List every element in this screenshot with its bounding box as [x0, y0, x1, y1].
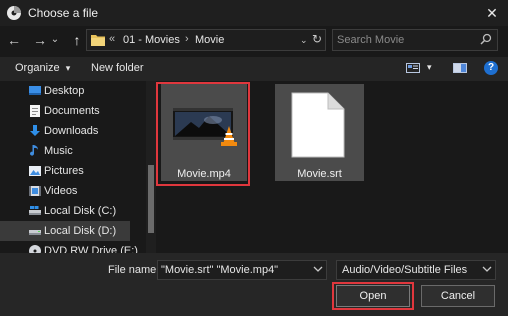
search-icon[interactable]: [480, 33, 492, 45]
app-icon: [7, 6, 21, 20]
view-options-icon[interactable]: [406, 62, 420, 74]
navigation-pane: Desktop Documents Downloads Music Pictur…: [0, 81, 146, 253]
sidebar-item-downloads[interactable]: Downloads: [0, 121, 130, 141]
sidebar-item-label: Music: [44, 145, 73, 157]
help-icon[interactable]: ?: [484, 61, 498, 75]
dvd-icon: [29, 245, 41, 253]
breadcrumb-separator-icon[interactable]: ›: [185, 33, 189, 45]
documents-icon: [30, 105, 40, 117]
window-title: Choose a file: [28, 6, 99, 20]
drive-icon: [29, 230, 41, 235]
file-name-combobox[interactable]: [157, 260, 327, 280]
blank-document-icon: [291, 92, 345, 158]
sidebar-item-pictures[interactable]: Pictures: [0, 161, 130, 181]
up-arrow-icon[interactable]: ↑: [68, 31, 86, 49]
sidebar-item-label: DVD RW Drive (E:): [44, 245, 138, 253]
organize-label: Organize: [15, 62, 60, 74]
file-dialog: Choose a file ✕ ← → ⌄ ↑ « 01 - Movies › …: [0, 0, 508, 316]
desktop-icon: [29, 86, 41, 95]
file-item-movie-srt[interactable]: Movie.srt: [275, 84, 364, 181]
address-bar[interactable]: « 01 - Movies › Movie ⌄ ↻: [86, 29, 326, 51]
breadcrumb-movie[interactable]: Movie: [195, 34, 224, 46]
view-options-caret-icon[interactable]: ▾: [427, 62, 432, 73]
sidebar-item-music[interactable]: Music: [0, 141, 130, 161]
videos-icon: [29, 186, 41, 196]
movie-mp4-highlight-box: [156, 82, 250, 186]
sidebar-item-label: Documents: [44, 105, 100, 117]
refresh-icon[interactable]: ↻: [312, 32, 322, 46]
file-type-value: Audio/Video/Subtitle Files: [342, 264, 468, 276]
sidebar-item-label: Videos: [44, 185, 78, 197]
folder-icon: [91, 35, 105, 46]
back-arrow-icon[interactable]: ←: [5, 31, 23, 49]
close-button[interactable]: ✕: [478, 0, 506, 26]
cancel-button[interactable]: Cancel: [421, 285, 495, 307]
search-box[interactable]: [332, 29, 498, 51]
preview-pane-icon[interactable]: [453, 62, 467, 74]
file-type-select[interactable]: Audio/Video/Subtitle Files: [336, 260, 496, 280]
sidebar-item-documents[interactable]: Documents: [0, 101, 130, 121]
breadcrumb-01-movies[interactable]: 01 - Movies: [123, 34, 180, 46]
sidebar-item-local-disk-c[interactable]: Local Disk (C:): [0, 201, 130, 221]
sidebar-item-label: Downloads: [44, 125, 99, 137]
sidebar-item-label: Desktop: [44, 85, 85, 97]
forward-arrow-icon[interactable]: →: [31, 31, 49, 49]
breadcrumb-overflow-icon[interactable]: «: [109, 33, 115, 45]
sidebar-item-videos[interactable]: Videos: [0, 181, 130, 201]
sidebar-item-label: Pictures: [44, 165, 84, 177]
file-name-label: File name:: [108, 264, 160, 276]
sidebar-item-label: Local Disk (C:): [44, 205, 117, 217]
title-bar: Choose a file ✕: [0, 0, 508, 26]
drive-icon: [29, 206, 41, 215]
music-icon: [30, 145, 38, 156]
sidebar-scrollbar[interactable]: [146, 81, 156, 253]
downloads-icon: [30, 125, 40, 136]
organize-button[interactable]: Organize ▾: [15, 62, 70, 74]
pictures-icon: [29, 166, 41, 176]
chevron-down-icon[interactable]: [482, 264, 492, 274]
sidebar-scrollbar-thumb[interactable]: [148, 165, 154, 233]
address-dropdown-icon[interactable]: ⌄: [300, 35, 308, 46]
sidebar-item-label: Local Disk (D:): [44, 225, 117, 237]
chevron-down-icon[interactable]: [313, 264, 323, 274]
file-name-input[interactable]: [161, 264, 307, 276]
sidebar-item-desktop[interactable]: Desktop: [0, 81, 130, 101]
search-input[interactable]: [337, 33, 475, 47]
file-name-label: Movie.srt: [297, 168, 342, 180]
new-folder-button[interactable]: New folder: [91, 62, 144, 74]
toolbar: Organize ▾ New folder ▾: [0, 57, 508, 81]
organize-caret-icon: ▾: [65, 63, 71, 73]
sidebar-item-local-disk-d[interactable]: Local Disk (D:): [0, 221, 130, 241]
open-button-highlight-box: [332, 282, 414, 310]
recent-locations-chevron-icon[interactable]: ⌄: [49, 31, 61, 49]
sidebar-item-dvd-rw-drive-e[interactable]: DVD RW Drive (E:): [0, 241, 138, 253]
